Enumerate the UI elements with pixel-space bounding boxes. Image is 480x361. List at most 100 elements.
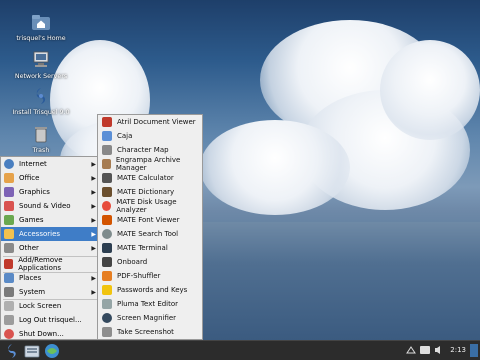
battery-icon[interactable] [420,346,430,354]
shutdown-icon [4,329,14,339]
onboard-icon [102,257,112,267]
submenu-item-label: Screen Magnifier [117,314,177,322]
arrow-right-icon: ▶ [91,274,96,282]
submenu-item[interactable]: MATE Search Tool [98,227,202,241]
disk-usage-icon [102,201,112,211]
submenu-item[interactable]: MATE Dictionary [98,185,202,199]
desktop-icon-network[interactable]: Network Servers [6,50,76,80]
add-remove-icon [4,259,14,269]
menu-item-office[interactable]: Office ▶ [1,171,101,185]
dictionary-icon [102,187,112,197]
clock[interactable]: 2:13 [450,346,466,354]
submenu-item-label: MATE Calculator [117,174,174,182]
menu-item-label: Log Out trisquel... [19,316,82,324]
submenu-item-label: Onboard [117,258,148,266]
lock-icon [4,301,14,311]
submenu-item[interactable]: Caja [98,129,202,143]
submenu-item-label: PDF-Shuffler [117,272,161,280]
menu-item-label: System [19,288,46,296]
pdf-shuffler-icon [102,271,112,281]
accessories-submenu: Atril Document Viewer Caja Character Map… [97,114,203,340]
graphics-icon [4,187,14,197]
submenu-item-label: MATE Font Viewer [117,216,180,224]
submenu-item[interactable]: Atril Document Viewer [98,115,202,129]
bottom-panel: 2:13 [0,340,480,360]
menu-item-label: Add/Remove Applications [18,256,63,272]
menu-item-other[interactable]: Other ▶ [1,241,101,255]
submenu-item[interactable]: Passwords and Keys [98,283,202,297]
submenu-item[interactable]: Pluma Text Editor [98,297,202,311]
office-icon [4,173,14,183]
atril-icon [102,117,112,127]
arrow-right-icon: ▶ [91,202,96,210]
show-desktop-icon[interactable] [470,344,478,357]
places-icon [4,273,14,283]
arrow-right-icon: ▶ [91,216,96,224]
desktop-icon-label: trisquel's Home [16,35,66,42]
menu-item-log-out[interactable]: Log Out trisquel... [1,313,101,327]
search-tool-icon [102,229,112,239]
home-folder-icon [31,12,51,32]
file-manager-icon[interactable] [24,343,40,359]
games-icon [4,215,14,225]
submenu-item[interactable]: MATE Calculator [98,171,202,185]
menu-item-internet[interactable]: Internet ▶ [1,157,101,171]
submenu-item[interactable]: MATE Terminal [98,241,202,255]
pluma-icon [102,299,112,309]
desktop-icon-trash[interactable]: Trash [6,124,76,154]
archive-icon [102,159,111,169]
submenu-item-label: Atril Document Viewer [117,118,196,126]
install-trisquel-icon [31,86,51,106]
desktop-icon-label: Network Servers [14,73,68,80]
submenu-item[interactable]: Onboard [98,255,202,269]
arrow-right-icon: ▶ [91,174,96,182]
volume-icon[interactable] [434,345,442,355]
system-icon [4,287,14,297]
submenu-item-label: Passwords and Keys [117,286,188,294]
submenu-item[interactable]: Screen Magnifier [98,311,202,325]
arrow-right-icon: ▶ [91,160,96,168]
character-map-icon [102,145,112,155]
submenu-item-label: MATE Search Tool [117,230,179,238]
screenshot-icon [102,327,112,337]
menu-item-add-remove[interactable]: Add/Remove Applications [1,256,101,272]
menu-item-games[interactable]: Games ▶ [1,213,101,227]
applications-menu: Internet ▶ Office ▶ Graphics ▶ Sound & V… [0,156,102,340]
menu-item-shut-down[interactable]: Shut Down... [1,327,101,341]
browser-icon[interactable] [44,343,60,359]
desktop-icon-home[interactable]: trisquel's Home [6,12,76,42]
other-icon [4,243,14,253]
submenu-item-label: Character Map [117,146,169,154]
menu-item-accessories[interactable]: Accessories ▶ [1,227,101,241]
menu-item-label: Shut Down... [19,330,64,338]
menu-item-lock-screen[interactable]: Lock Screen [1,299,101,313]
menu-item-label: Games [19,216,44,224]
font-viewer-icon [102,215,112,225]
network-status-icon[interactable] [406,345,416,355]
submenu-item-label: Engrampa Archive Manager [115,156,181,172]
menu-item-system[interactable]: System ▶ [1,285,101,299]
submenu-item[interactable]: Character Map [98,143,202,157]
menu-item-label: Places [19,274,42,282]
desktop-icon-install[interactable]: Install Trisquel 9.0 [6,86,76,116]
menu-item-graphics[interactable]: Graphics ▶ [1,185,101,199]
menu-item-label: Other [19,244,39,252]
menu-item-label: Lock Screen [19,302,62,310]
menu-item-label: Internet [19,160,47,168]
submenu-item-label: Caja [117,132,133,140]
submenu-item[interactable]: MATE Disk Usage Analyzer [98,198,202,214]
network-servers-icon [31,50,51,70]
calculator-icon [102,173,112,183]
submenu-item[interactable]: Engrampa Archive Manager [98,156,202,172]
menu-item-sound-video[interactable]: Sound & Video ▶ [1,199,101,213]
submenu-item[interactable]: Take Screenshot [98,325,202,339]
arrow-right-icon: ▶ [91,288,96,296]
submenu-item-label: MATE Disk Usage Analyzer [116,198,177,214]
submenu-item[interactable]: MATE Font Viewer [98,213,202,227]
arrow-right-icon: ▶ [91,230,96,238]
arrow-right-icon: ▶ [91,244,96,252]
menu-icon[interactable] [4,343,20,359]
submenu-item[interactable]: PDF-Shuffler [98,269,202,283]
menu-item-label: Sound & Video [19,202,71,210]
menu-item-places[interactable]: Places ▶ [1,271,101,285]
